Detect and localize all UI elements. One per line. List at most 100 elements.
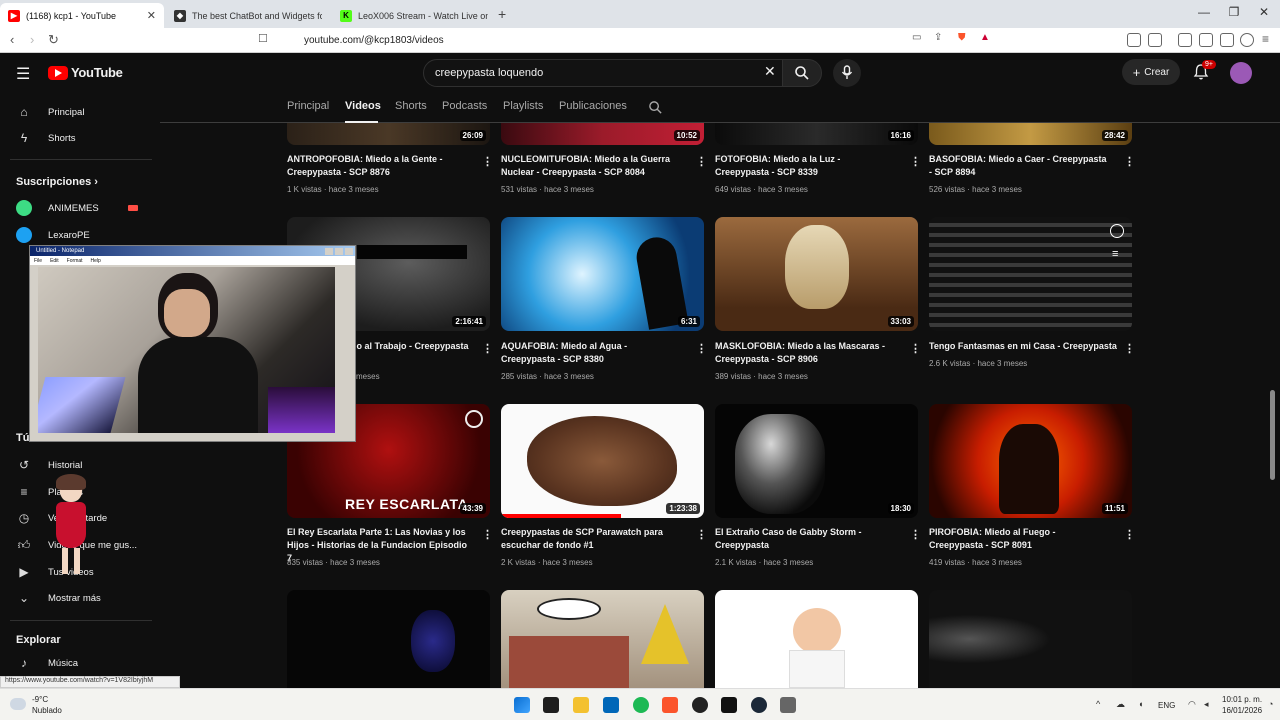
video-thumbnail[interactable]: 28:42 <box>929 123 1132 145</box>
more-options-icon[interactable]: ⋮ <box>482 155 493 168</box>
video-title[interactable]: BASOFOBIA: Miedo a Caer - Creepypasta - … <box>929 153 1109 179</box>
windows-start-icon[interactable] <box>514 697 530 713</box>
menu-format[interactable]: Format <box>67 258 83 264</box>
tab-videos[interactable]: Videos <box>345 100 381 112</box>
video-title[interactable]: NUCLEOMITUFOBIA: Miedo a la Guerra Nucle… <box>501 153 681 179</box>
url-field[interactable]: youtube.com/@kcp1803/videos <box>280 31 1010 50</box>
weather-widget[interactable]: -9°C Nublado <box>32 694 62 716</box>
video-title[interactable]: FOTOFOBIA: Miedo a la Luz - Creepypasta … <box>715 153 895 179</box>
cloud-sync-icon[interactable]: ☁ <box>1116 699 1125 710</box>
sidebar-item-music[interactable]: ♪ Música <box>16 652 78 674</box>
terminal-icon[interactable] <box>721 697 737 713</box>
more-options-icon[interactable]: ⋮ <box>1124 528 1135 541</box>
close-window-icon[interactable]: ✕ <box>1254 5 1274 19</box>
avatar[interactable] <box>1230 62 1252 84</box>
tab-principal[interactable]: Principal <box>287 100 329 112</box>
video-title[interactable]: ANTROPOFOBIA: Miedo a la Gente - Creepyp… <box>287 153 467 179</box>
page-scrollbar[interactable] <box>1270 390 1275 480</box>
more-options-icon[interactable]: ⋮ <box>1124 342 1135 355</box>
video-title[interactable]: AQUAFOBIA: Miedo al Agua - Creepypasta -… <box>501 340 681 366</box>
video-title[interactable]: MASKLOFOBIA: Miedo a las Mascaras - Cree… <box>715 340 895 366</box>
more-options-icon[interactable]: ⋮ <box>910 528 921 541</box>
forward-icon[interactable]: › <box>30 32 34 47</box>
sidebar-sub-lexarope[interactable]: LexaroPE <box>16 224 90 246</box>
cast-icon[interactable]: ▭ <box>912 32 921 43</box>
tab-podcasts[interactable]: Podcasts <box>442 100 487 112</box>
rewards-icon[interactable]: ▲ <box>980 32 990 43</box>
video-title[interactable]: PIROFOBIA: Miedo al Fuego - Creepypasta … <box>929 526 1109 552</box>
close-tab-icon[interactable]: ✕ <box>147 9 156 22</box>
more-options-icon[interactable]: ⋮ <box>910 155 921 168</box>
task-view-icon[interactable] <box>543 697 559 713</box>
browser-tab-youtube[interactable]: ▶ (1168) kcp1 - YouTube ✕ <box>0 3 164 28</box>
video-title[interactable]: Creepypastas de SCP Parawatch para escuc… <box>501 526 681 552</box>
extension-icon[interactable] <box>1127 33 1141 47</box>
more-options-icon[interactable]: ⋮ <box>696 342 707 355</box>
tab-shorts[interactable]: Shorts <box>395 100 427 112</box>
youtube-logo[interactable]: YouTube <box>48 65 123 80</box>
video-thumbnail[interactable]: 18:30 <box>715 404 918 518</box>
chevron-up-icon[interactable]: ^ <box>1096 699 1100 709</box>
file-explorer-icon[interactable] <box>573 697 589 713</box>
obs-icon[interactable] <box>692 697 708 713</box>
video-thumbnail[interactable]: 16:16 <box>715 123 918 145</box>
menu-file[interactable]: File <box>34 258 42 264</box>
add-to-queue-icon[interactable]: ≡ <box>1112 248 1118 260</box>
store-icon[interactable] <box>603 697 619 713</box>
system-clock[interactable]: 10:01 p. m. 16/01/2026 <box>1222 694 1262 716</box>
menu-edit[interactable]: Edit <box>50 258 59 264</box>
wallet-icon[interactable] <box>1199 33 1213 47</box>
more-options-icon[interactable]: ⋮ <box>1124 155 1135 168</box>
tab-publicaciones[interactable]: Publicaciones <box>559 100 627 112</box>
menu-help[interactable]: Help <box>91 258 101 264</box>
new-tab-icon[interactable]: + <box>498 6 506 22</box>
subscriptions-header[interactable]: Suscripciones › <box>16 176 98 188</box>
video-thumbnail[interactable] <box>929 590 1132 688</box>
video-thumbnail[interactable]: 26:09 <box>287 123 490 145</box>
sidebar-item-principal[interactable]: ⌂ Principal <box>16 101 84 123</box>
video-thumbnail[interactable]: ≡ <box>929 217 1132 331</box>
tab-playlists[interactable]: Playlists <box>503 100 543 112</box>
more-options-icon[interactable]: ⋮ <box>696 528 707 541</box>
wifi-icon[interactable]: ◠ <box>1188 699 1196 710</box>
sidebar-toggle-icon[interactable] <box>1178 33 1192 47</box>
brave-shield-icon[interactable]: ⛊ <box>958 32 966 43</box>
voice-search-button[interactable] <box>833 59 861 87</box>
maximize-icon[interactable] <box>335 247 343 255</box>
video-thumbnail[interactable] <box>501 590 704 688</box>
app-icon[interactable] <box>780 697 796 713</box>
maximize-icon[interactable]: ❐ <box>1224 5 1244 19</box>
language-indicator[interactable]: ENG <box>1158 701 1175 710</box>
more-options-icon[interactable]: ⋮ <box>482 342 493 355</box>
search-input[interactable]: creepypasta loquendo <box>423 59 788 87</box>
microphone-tray-icon[interactable]: ◖ <box>1138 699 1143 709</box>
steam-icon[interactable] <box>751 697 767 713</box>
video-thumbnail[interactable]: 11:51 <box>929 404 1132 518</box>
browser-tab-kick[interactable]: K LeoX006 Stream - Watch Live on Kick <box>332 3 496 28</box>
video-thumbnail[interactable]: 33:03 <box>715 217 918 331</box>
video-thumbnail[interactable] <box>715 590 918 688</box>
create-button[interactable]: + Crear <box>1122 59 1180 85</box>
video-title[interactable]: edo al Trabajo - Creepypasta <box>346 340 476 353</box>
more-options-icon[interactable]: ⋮ <box>910 342 921 355</box>
watch-later-icon[interactable] <box>1110 224 1124 238</box>
notification-center-icon[interactable]: ◔ <box>1268 699 1273 709</box>
leo-icon[interactable] <box>1220 33 1234 47</box>
video-thumbnail[interactable] <box>287 590 490 688</box>
sidebar-sub-animemes[interactable]: ANIMEMES <box>16 197 138 219</box>
more-options-icon[interactable]: ⋮ <box>482 528 493 541</box>
hamburger-menu-icon[interactable]: ☰ <box>16 64 30 84</box>
share-icon[interactable]: ⇪ <box>934 32 942 43</box>
video-thumbnail[interactable]: 6:31 <box>501 217 704 331</box>
video-thumbnail[interactable]: 10:52 <box>501 123 704 145</box>
video-thumbnail[interactable]: 1:23:38 <box>501 404 704 518</box>
bookmark-icon[interactable]: ☐ <box>258 32 268 45</box>
notepad-window[interactable]: Untitled - Notepad File Edit Format Help <box>29 245 356 442</box>
more-options-icon[interactable]: ⋮ <box>696 155 707 168</box>
you-header[interactable]: Tú <box>16 432 29 444</box>
sidebar-item-show-more[interactable]: ⌄ Mostrar más <box>16 587 101 609</box>
search-button[interactable] <box>782 59 822 87</box>
menu-icon[interactable]: ≡ <box>1262 32 1269 46</box>
brave-browser-icon[interactable] <box>662 697 678 713</box>
extension-icon[interactable] <box>1148 33 1162 47</box>
